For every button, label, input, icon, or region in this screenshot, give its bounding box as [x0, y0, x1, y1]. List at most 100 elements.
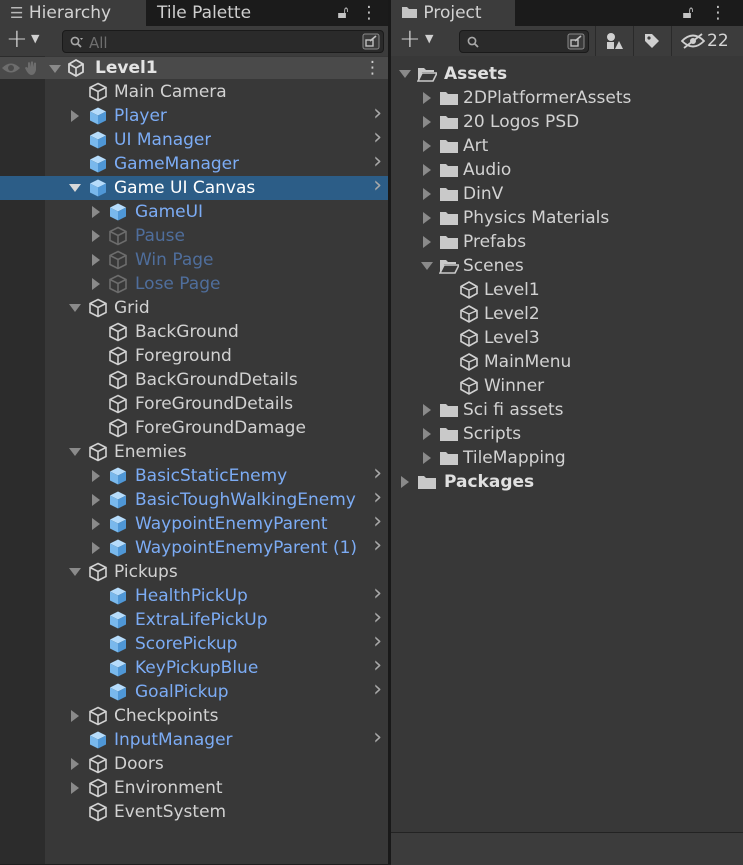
expand-arrow-icon[interactable] [423, 164, 431, 176]
expand-arrow-icon[interactable] [71, 782, 79, 794]
hierarchy-item[interactable]: Player › [0, 102, 388, 128]
expand-arrow-icon[interactable] [92, 206, 100, 218]
hierarchy-item[interactable]: Grid [0, 296, 388, 320]
scene-asset-item[interactable]: MainMenu [391, 350, 743, 374]
hierarchy-item[interactable]: BasicStaticEnemy › [0, 462, 388, 488]
tab-project[interactable]: Project [391, 0, 515, 26]
project-create-button[interactable]: + ▼ [399, 24, 439, 54]
folder-item[interactable]: Scripts [391, 422, 743, 446]
hierarchy-item[interactable]: UI Manager › [0, 126, 388, 152]
label-tag-icon[interactable] [643, 32, 661, 50]
folder-item[interactable]: Audio [391, 158, 743, 182]
tab-tile-palette[interactable]: Tile Palette [146, 0, 286, 26]
expand-arrow-icon[interactable] [423, 428, 431, 440]
folder-item[interactable]: Scenes [391, 254, 743, 278]
expand-arrow-icon[interactable] [71, 110, 79, 122]
collapse-arrow-icon[interactable] [69, 448, 81, 456]
open-prefab-chevron-icon[interactable]: › [373, 654, 382, 678]
expand-arrow-icon[interactable] [423, 140, 431, 152]
collapse-arrow-icon[interactable] [421, 262, 433, 270]
search-by-type-icon[interactable] [362, 33, 380, 50]
collapse-arrow-icon[interactable] [69, 568, 81, 576]
open-prefab-chevron-icon[interactable]: › [373, 150, 382, 174]
open-prefab-chevron-icon[interactable]: › [373, 102, 382, 126]
expand-arrow-icon[interactable] [423, 188, 431, 200]
open-prefab-chevron-icon[interactable]: › [373, 726, 382, 750]
hierarchy-item[interactable]: InputManager › [0, 726, 388, 752]
open-prefab-chevron-icon[interactable]: › [373, 174, 382, 198]
folder-item[interactable]: TileMapping [391, 446, 743, 470]
hierarchy-item[interactable]: GameUI [0, 200, 388, 224]
tab-hierarchy[interactable]: ☰ Hierarchy [0, 0, 146, 26]
folder-item[interactable]: Sci fi assets [391, 398, 743, 422]
hierarchy-item[interactable]: BackGround [0, 320, 388, 344]
scene-header-row[interactable]: Level1 ⋮ [0, 57, 388, 79]
search-scope-icon[interactable] [567, 33, 585, 50]
hierarchy-item[interactable]: Win Page [0, 248, 388, 272]
hierarchy-item[interactable]: Checkpoints [0, 704, 388, 728]
folder-item[interactable]: Physics Materials [391, 206, 743, 230]
scene-more-menu-icon[interactable]: ⋮ [364, 57, 381, 79]
hierarchy-search-input[interactable]: All [62, 30, 384, 53]
open-prefab-chevron-icon[interactable]: › [373, 510, 382, 534]
hierarchy-item[interactable]: Environment [0, 776, 388, 800]
hierarchy-item[interactable]: HealthPickUp › [0, 582, 388, 608]
expand-arrow-icon[interactable] [92, 230, 100, 242]
lock-icon[interactable]: 🔓︎ [334, 0, 352, 26]
folder-item[interactable]: DinV [391, 182, 743, 206]
folder-item[interactable]: Assets [391, 62, 743, 86]
hierarchy-item[interactable]: GameManager › [0, 150, 388, 176]
open-prefab-chevron-icon[interactable]: › [373, 630, 382, 654]
collapse-arrow-icon[interactable] [69, 304, 81, 312]
hierarchy-item[interactable]: Doors [0, 752, 388, 776]
expand-arrow-icon[interactable] [92, 470, 100, 482]
project-more-menu-icon[interactable]: ⋮ [709, 0, 727, 26]
hierarchy-item[interactable]: ForeGroundDetails [0, 392, 388, 416]
folder-item[interactable]: Packages [391, 470, 743, 494]
expand-arrow-icon[interactable] [423, 92, 431, 104]
open-prefab-chevron-icon[interactable]: › [373, 486, 382, 510]
expand-arrow-icon[interactable] [92, 542, 100, 554]
scene-asset-item[interactable]: Level3 [391, 326, 743, 350]
hierarchy-item[interactable]: BackGroundDetails [0, 368, 388, 392]
expand-arrow-icon[interactable] [401, 476, 409, 488]
more-menu-icon[interactable]: ⋮ [360, 0, 378, 26]
hierarchy-item[interactable]: GoalPickup › [0, 678, 388, 704]
open-prefab-chevron-icon[interactable]: › [373, 534, 382, 558]
expand-arrow-icon[interactable] [92, 278, 100, 290]
hierarchy-item[interactable]: Game UI Canvas › [0, 174, 388, 200]
scene-asset-item[interactable]: Level1 [391, 278, 743, 302]
project-lock-icon[interactable]: 🔓︎ [679, 0, 697, 26]
scene-asset-item[interactable]: Level2 [391, 302, 743, 326]
hierarchy-item[interactable]: ExtraLifePickUp › [0, 606, 388, 632]
project-search-input[interactable] [459, 30, 589, 53]
collapse-arrow-icon[interactable] [69, 184, 81, 192]
open-prefab-chevron-icon[interactable]: › [373, 462, 382, 486]
hierarchy-item[interactable]: WaypointEnemyParent (1) › [0, 534, 388, 560]
expand-arrow-icon[interactable] [423, 212, 431, 224]
hierarchy-item[interactable]: Main Camera [0, 80, 388, 104]
expand-arrow-icon[interactable] [423, 452, 431, 464]
scene-asset-item[interactable]: Winner [391, 374, 743, 398]
expand-arrow-icon[interactable] [71, 710, 79, 722]
scene-expand-arrow-icon[interactable] [49, 65, 61, 73]
create-button[interactable]: + ▼ [6, 24, 46, 54]
hierarchy-item[interactable]: BasicToughWalkingEnemy › [0, 486, 388, 512]
expand-arrow-icon[interactable] [92, 518, 100, 530]
folder-item[interactable]: Art [391, 134, 743, 158]
hierarchy-item[interactable]: Pickups [0, 560, 388, 584]
expand-arrow-icon[interactable] [92, 494, 100, 506]
hierarchy-item[interactable]: EventSystem [0, 800, 388, 824]
hierarchy-item[interactable]: ForeGroundDamage [0, 416, 388, 440]
open-prefab-chevron-icon[interactable]: › [373, 582, 382, 606]
open-prefab-chevron-icon[interactable]: › [373, 678, 382, 702]
collapse-arrow-icon[interactable] [399, 70, 411, 78]
hierarchy-item[interactable]: KeyPickupBlue › [0, 654, 388, 680]
visibility-eye-icon[interactable] [1, 61, 21, 75]
search-by-type-filter-icon[interactable] [605, 32, 625, 50]
folder-item[interactable]: 20 Logos PSD [391, 110, 743, 134]
hierarchy-item[interactable]: Pause [0, 224, 388, 248]
folder-item[interactable]: 2DPlatformerAssets [391, 86, 743, 110]
hidden-packages-eye-icon[interactable] [681, 33, 705, 49]
open-prefab-chevron-icon[interactable]: › [373, 606, 382, 630]
